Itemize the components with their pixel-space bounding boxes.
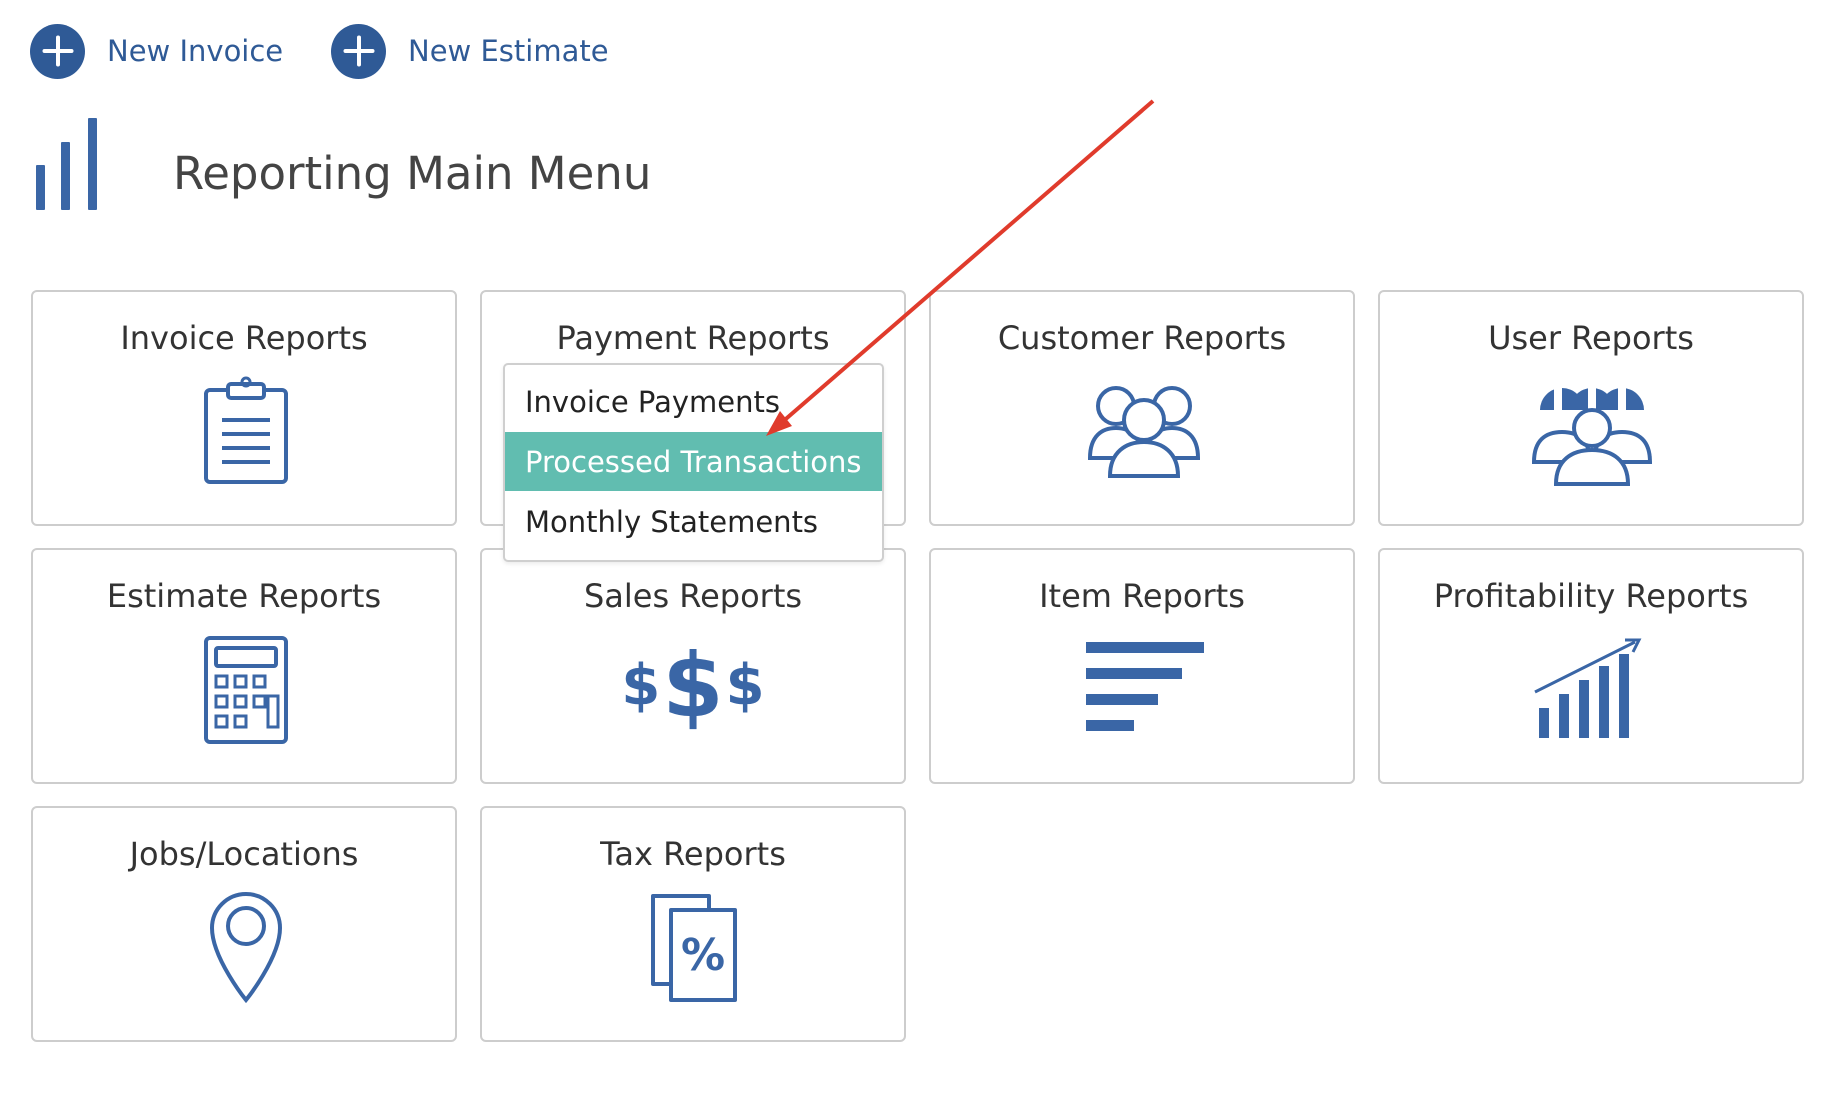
sales-reports-card[interactable]: Sales Reports $ $ $ [480, 548, 906, 784]
list-lines-icon [1086, 642, 1204, 731]
card-title: Item Reports [1039, 577, 1245, 615]
dropdown-item-monthly-statements[interactable]: Monthly Statements [505, 492, 882, 551]
page-title: Reporting Main Menu [173, 147, 652, 200]
growth-chart-icon [1534, 638, 1642, 738]
bar-chart-icon [36, 118, 104, 210]
location-pin-icon [209, 892, 283, 1004]
item-reports-card[interactable]: Item Reports [929, 548, 1355, 784]
users-hardhat-icon [1531, 382, 1653, 486]
card-title: Customer Reports [997, 319, 1287, 357]
new-invoice-button[interactable]: New Invoice [30, 22, 283, 80]
plus-circle-icon [331, 23, 386, 79]
card-title: Jobs/Locations [129, 835, 359, 873]
card-title: Tax Reports [600, 835, 786, 873]
card-title: Payment Reports [556, 319, 830, 357]
new-estimate-label: New Estimate [408, 34, 609, 68]
card-title: User Reports [1488, 319, 1694, 357]
customers-group-icon [1087, 386, 1201, 478]
jobs-locations-card[interactable]: Jobs/Locations [31, 806, 457, 1042]
card-title: Estimate Reports [106, 577, 382, 615]
card-title: Invoice Reports [120, 319, 368, 357]
calculator-icon [204, 636, 288, 744]
plus-circle-icon [30, 23, 85, 79]
payment-reports-dropdown: Invoice Payments Processed Transactions … [503, 363, 884, 562]
tax-document-icon: % [651, 894, 741, 1002]
card-title: Profitability Reports [1433, 577, 1749, 615]
clipboard-icon [204, 376, 288, 484]
dollar-signs-icon: $ $ $ [621, 633, 765, 737]
new-invoice-label: New Invoice [107, 34, 284, 68]
dropdown-item-invoice-payments[interactable]: Invoice Payments [505, 372, 882, 431]
profitability-reports-card[interactable]: Profitability Reports [1378, 548, 1804, 784]
estimate-reports-card[interactable]: Estimate Reports [31, 548, 457, 784]
dropdown-item-processed-transactions[interactable]: Processed Transactions [505, 432, 882, 491]
new-estimate-button[interactable]: New Estimate [331, 22, 609, 80]
invoice-reports-card[interactable]: Invoice Reports [31, 290, 457, 526]
customer-reports-card[interactable]: Customer Reports [929, 290, 1355, 526]
tax-reports-card[interactable]: Tax Reports % [480, 806, 906, 1042]
user-reports-card[interactable]: User Reports [1378, 290, 1804, 526]
card-title: Sales Reports [583, 577, 803, 615]
